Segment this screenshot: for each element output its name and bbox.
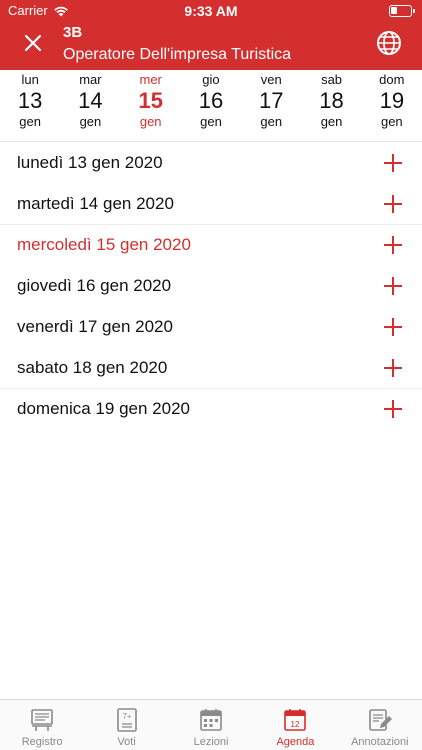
add-icon[interactable] (384, 236, 402, 254)
agenda-badge: 12 (291, 720, 300, 729)
agenda-day-row[interactable]: giovedì 16 gen 2020 (0, 266, 422, 307)
agenda-day-label: sabato 18 gen 2020 (17, 358, 168, 377)
week-day-number: 14 (78, 88, 103, 113)
agenda-day-row[interactable]: lunedì 13 gen 2020 (0, 143, 422, 184)
week-day-dom[interactable]: dom 19 gen (362, 70, 422, 141)
battery-icon (389, 5, 415, 17)
add-icon[interactable] (384, 154, 402, 172)
grades-badge: 7+ (122, 712, 131, 721)
week-strip: lun 13 gen mar 14 gen mer 15 gen gio 16 … (0, 70, 422, 142)
status-bar: Carrier 9:33 AM (0, 0, 422, 24)
globe-icon[interactable] (376, 30, 402, 56)
agenda-day-row[interactable]: venerdì 17 gen 2020 (0, 307, 422, 348)
week-day-month: gen (19, 114, 41, 129)
agenda-day-label: giovedì 16 gen 2020 (17, 276, 172, 295)
agenda-day-label: martedì 14 gen 2020 (17, 194, 174, 213)
tab-label: Voti (117, 736, 136, 748)
week-day-name: sab (321, 72, 343, 87)
week-day-number: 17 (259, 88, 284, 113)
week-day-ven[interactable]: ven 17 gen (241, 70, 301, 141)
tab-label: Agenda (276, 736, 315, 748)
tab-label: Lezioni (193, 736, 229, 748)
week-day-sab[interactable]: sab 18 gen (301, 70, 361, 141)
week-day-name: ven (260, 72, 282, 87)
week-day-month: gen (380, 114, 403, 129)
week-day-name: mer (139, 72, 162, 87)
week-day-lun[interactable]: lun 13 gen (0, 70, 60, 141)
week-day-gio[interactable]: gio 16 gen (181, 70, 241, 141)
week-day-month: gen (260, 114, 283, 129)
tab-lezioni[interactable]: Lezioni (169, 700, 253, 750)
tab-agenda[interactable]: 12 Agenda (253, 700, 337, 750)
week-day-name: lun (21, 72, 39, 87)
week-day-month: gen (200, 114, 222, 129)
agenda-day-row[interactable]: sabato 18 gen 2020 (0, 348, 422, 389)
tab-label: Registro (21, 736, 63, 748)
week-day-number: 15 (138, 88, 163, 113)
class-name: 3B (63, 24, 83, 41)
course-name: Operatore Dell'impresa Turistica (63, 46, 292, 63)
notes-icon (369, 709, 392, 731)
agenda-calendar-icon: 12 (284, 709, 307, 731)
register-icon (31, 709, 54, 731)
week-day-name: gio (202, 72, 220, 87)
week-day-name: mar (79, 72, 102, 87)
week-day-month: gen (320, 114, 343, 129)
week-day-month: gen (139, 114, 162, 129)
tab-label: Annotazioni (351, 736, 409, 748)
agenda-day-row-today[interactable]: mercoledì 15 gen 2020 (0, 225, 422, 266)
add-icon[interactable] (384, 195, 402, 213)
grades-icon: 7+ (116, 708, 137, 732)
tab-bar: Registro 7+ Voti Lezioni 12 Agenda Annot… (0, 699, 422, 750)
close-icon[interactable] (20, 32, 46, 54)
nav-title: 3B Operatore Dell'impresa Turistica (63, 24, 291, 66)
add-icon[interactable] (384, 400, 402, 418)
agenda-day-label: lunedì 13 gen 2020 (17, 153, 163, 172)
add-icon[interactable] (384, 359, 402, 377)
tab-registro[interactable]: Registro (0, 700, 84, 750)
lessons-calendar-icon (200, 709, 222, 731)
agenda-day-label: domenica 19 gen 2020 (17, 399, 190, 418)
week-day-number: 19 (379, 88, 405, 113)
agenda-day-list: lunedì 13 gen 2020 martedì 14 gen 2020 m… (0, 143, 422, 430)
add-icon[interactable] (384, 318, 402, 336)
status-time: 9:33 AM (184, 3, 238, 19)
week-day-mer[interactable]: mer 15 gen (121, 70, 181, 141)
week-day-mar[interactable]: mar 14 gen (60, 70, 120, 141)
tab-annotazioni[interactable]: Annotazioni (338, 700, 422, 750)
week-day-number: 18 (319, 88, 344, 113)
week-day-name: dom (379, 72, 405, 87)
agenda-day-label: venerdì 17 gen 2020 (17, 317, 173, 336)
agenda-day-label: mercoledì 15 gen 2020 (17, 235, 191, 254)
agenda-day-row[interactable]: martedì 14 gen 2020 (0, 184, 422, 225)
tab-voti[interactable]: 7+ Voti (84, 700, 168, 750)
week-day-number: 16 (198, 88, 224, 113)
week-day-number: 13 (17, 88, 43, 113)
agenda-day-row[interactable]: domenica 19 gen 2020 (0, 389, 422, 430)
week-day-month: gen (79, 114, 102, 129)
add-icon[interactable] (384, 277, 402, 295)
